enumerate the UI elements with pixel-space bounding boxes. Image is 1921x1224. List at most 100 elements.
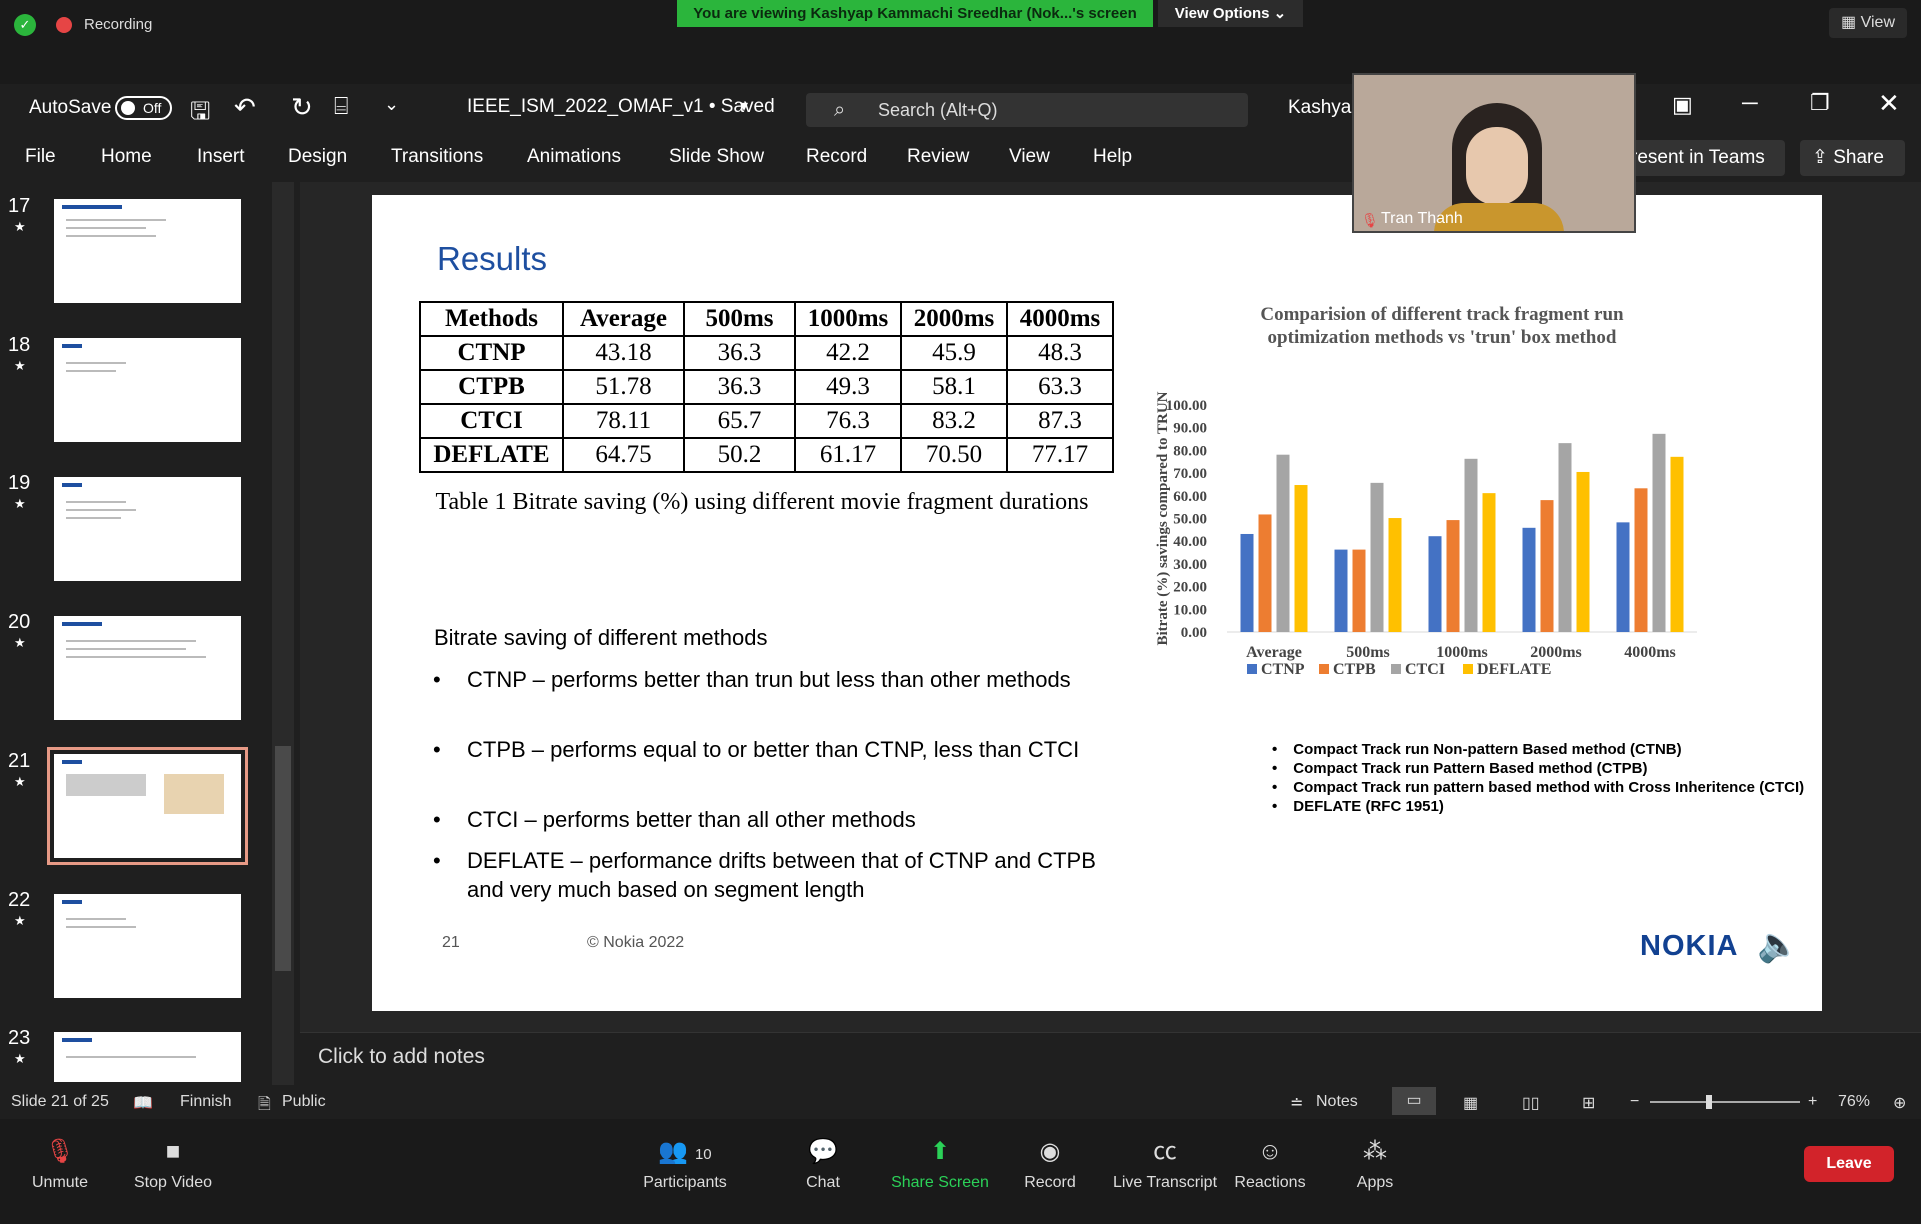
slide-thumbnail[interactable] <box>54 477 241 581</box>
legend-swatch <box>1391 664 1401 674</box>
redo-icon[interactable]: ↻ <box>291 92 313 123</box>
normal-view-icon[interactable]: ▭ <box>1392 1087 1436 1115</box>
bar-ctpb <box>1352 549 1366 632</box>
tab-view[interactable]: View <box>1009 146 1050 168</box>
method-note: DEFLATE (RFC 1951) <box>1272 797 1804 816</box>
bar-ctnp <box>1428 536 1442 632</box>
slide-thumbnail[interactable] <box>54 616 241 720</box>
table-row: CTNP 43.18 36.3 42.2 45.9 48.3 <box>419 335 1114 371</box>
tab-transitions[interactable]: Transitions <box>391 146 483 168</box>
unmute-button[interactable]: 🎙 Unmute <box>0 1138 120 1192</box>
table-header: 500ms <box>683 301 796 337</box>
chat-button[interactable]: 💬 Chat <box>763 1138 883 1192</box>
notes-pane[interactable]: Click to add notes <box>300 1032 1921 1085</box>
slide-sorter-icon[interactable]: ▦ <box>1463 1093 1478 1113</box>
method-note: Compact Track run Pattern Based method (… <box>1272 759 1804 778</box>
ribbon-display-icon[interactable]: ▣ <box>1672 92 1693 118</box>
table-cell: DEFLATE <box>419 437 564 473</box>
share-screen-button[interactable]: ⬆ Share Screen <box>880 1138 1000 1192</box>
search-input[interactable]: ⌕ Search (Alt+Q) <box>806 93 1248 127</box>
slide-title[interactable]: Results <box>437 240 547 278</box>
present-in-teams-button[interactable]: resent in Teams <box>1625 140 1785 176</box>
slide-canvas[interactable]: Results Methods Average 500ms 1000ms 200… <box>372 195 1822 1011</box>
y-tick-label: 70.00 <box>1173 466 1207 482</box>
participant-video[interactable] <box>1352 73 1636 233</box>
tab-help[interactable]: Help <box>1093 146 1132 168</box>
close-icon[interactable]: ✕ <box>1878 88 1900 119</box>
zoom-out-icon[interactable]: − <box>1630 1093 1639 1111</box>
save-icon[interactable]: 🖫 <box>190 94 210 135</box>
speaker-icon[interactable]: 🔈 <box>1757 925 1799 965</box>
thumbnail-scrollbar[interactable] <box>272 182 294 1085</box>
zoom-top-bar: ✓ Recording You are viewing Kashyap Kamm… <box>0 0 1921 82</box>
present-in-teams-label: resent in Teams <box>1631 147 1765 168</box>
tab-review[interactable]: Review <box>907 146 969 168</box>
notes-icon[interactable]: ≐ <box>1290 1093 1303 1113</box>
slide-thumbnail[interactable] <box>54 894 241 998</box>
bar-deflate <box>1576 471 1590 632</box>
legend-swatch <box>1463 664 1473 674</box>
fit-slide-icon[interactable]: ⊕ <box>1893 1093 1906 1113</box>
file-name[interactable]: IEEE_ISM_2022_OMAF_v1 • Saved <box>467 96 775 118</box>
view-options-button[interactable]: View Options ⌄ <box>1158 0 1303 27</box>
tab-file[interactable]: File <box>25 146 56 168</box>
language-indicator[interactable]: Finnish <box>180 1093 232 1111</box>
bar-chart[interactable]: Comparision of different track fragment … <box>1147 295 1707 720</box>
spelling-icon[interactable]: 📖 <box>133 1093 153 1113</box>
participants-button[interactable]: 👥 10 Participants <box>625 1138 745 1192</box>
participant-name: Tran Thanh <box>1381 210 1463 227</box>
zoom-slider[interactable] <box>1650 1101 1800 1103</box>
sensitivity-icon[interactable]: 🗎 <box>258 1093 271 1120</box>
apps-button[interactable]: ⁂ Apps <box>1315 1138 1435 1192</box>
tab-animations[interactable]: Animations <box>527 146 621 168</box>
share-button[interactable]: ⇪ Share <box>1800 140 1905 176</box>
undo-icon[interactable]: ↶ <box>234 92 256 123</box>
record-button[interactable]: ◉ Record <box>990 1138 1110 1192</box>
slideshow-view-icon[interactable]: ⊞ <box>1582 1093 1595 1113</box>
stop-video-button[interactable]: ■ Stop Video <box>113 1138 233 1192</box>
bullet-item: DEFLATE – performance drifts between tha… <box>433 846 1107 904</box>
reading-view-icon[interactable]: ▯▯ <box>1522 1093 1540 1113</box>
view-label: View <box>1860 14 1895 31</box>
slide-thumbnail[interactable] <box>54 338 241 442</box>
tab-insert[interactable]: Insert <box>197 146 245 168</box>
slide-thumbnail[interactable] <box>54 1032 241 1082</box>
present-icon[interactable]: ⌸ <box>334 93 348 121</box>
zoom-in-icon[interactable]: + <box>1808 1093 1817 1111</box>
leave-button[interactable]: Leave <box>1804 1146 1894 1182</box>
tab-record[interactable]: Record <box>806 146 867 168</box>
scroll-thumb[interactable] <box>275 746 291 971</box>
share-icon: ⇪ <box>1812 147 1834 168</box>
notes-button[interactable]: Notes <box>1316 1093 1358 1111</box>
copyright-text: © Nokia 2022 <box>587 934 685 951</box>
autosave-toggle[interactable]: Off <box>115 96 172 120</box>
thumb-number: 21 <box>8 750 31 772</box>
slide-thumbnail-selected[interactable] <box>47 747 248 865</box>
zoom-slider-thumb[interactable] <box>1706 1095 1712 1109</box>
camera-icon: ■ <box>165 1138 181 1165</box>
view-button[interactable]: ▦ View <box>1829 8 1907 38</box>
chart-title-line: Comparision of different track fragment … <box>1260 304 1624 325</box>
results-table[interactable]: Methods Average 500ms 1000ms 2000ms 4000… <box>419 301 1114 473</box>
tab-design[interactable]: Design <box>288 146 347 168</box>
minimize-icon[interactable]: ─ <box>1742 90 1758 116</box>
bar-ctnp <box>1240 533 1254 632</box>
mic-muted-icon: 🎙 <box>1361 212 1379 228</box>
animation-star-icon: ★ <box>14 774 26 789</box>
tab-home[interactable]: Home <box>101 146 152 168</box>
table-cell: 64.75 <box>562 437 685 473</box>
reactions-icon: ☺ <box>1257 1138 1283 1165</box>
slide-thumbnail[interactable] <box>54 199 241 303</box>
bar-deflate <box>1294 485 1308 632</box>
table-cell: 43.18 <box>562 335 685 371</box>
y-tick-label: 0.00 <box>1181 625 1207 641</box>
user-name[interactable]: Kashyap <box>1288 97 1362 119</box>
zoom-level[interactable]: 76% <box>1838 1093 1870 1111</box>
tab-slide-show[interactable]: Slide Show <box>669 146 764 168</box>
chevron-down-icon[interactable]: ▾ <box>740 96 748 116</box>
sensitivity-label[interactable]: Public <box>282 1093 326 1111</box>
reactions-button[interactable]: ☺ Reactions <box>1210 1138 1330 1192</box>
animation-star-icon: ★ <box>14 358 26 373</box>
restore-icon[interactable]: ❐ <box>1810 90 1830 116</box>
customize-icon[interactable]: ⌄ <box>384 94 399 115</box>
